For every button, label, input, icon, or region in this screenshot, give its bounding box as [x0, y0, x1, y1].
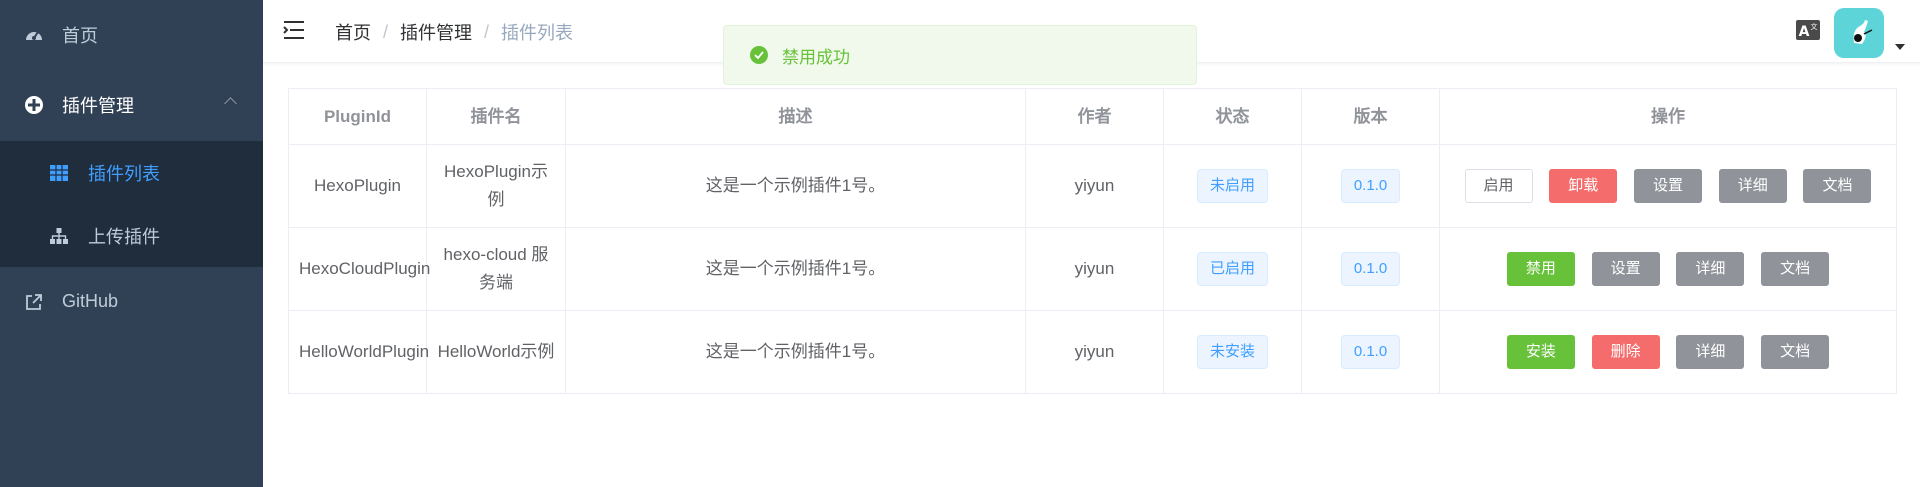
breadcrumb-home[interactable]: 首页: [335, 19, 371, 45]
settings-button[interactable]: 设置: [1634, 169, 1702, 203]
breadcrumb-plugin-management[interactable]: 插件管理: [400, 19, 472, 45]
breadcrumb-separator: /: [484, 21, 490, 42]
svg-text:A: A: [1799, 24, 1810, 40]
sidebar-item-upload-plugin[interactable]: 上传插件: [0, 204, 263, 267]
table-row: HexoPlugin HexoPlugin示例 这是一个示例插件1号。 yiyu…: [288, 144, 1897, 228]
column-header-author: 作者: [1025, 88, 1164, 145]
chevron-up-icon: [224, 97, 237, 110]
sidebar: 首页 插件管理 插件列表 上传插件 GitHub: [0, 0, 263, 487]
disable-button[interactable]: 禁用: [1506, 252, 1575, 286]
sidebar-item-plugin-list[interactable]: 插件列表: [0, 141, 263, 204]
column-header-description: 描述: [565, 88, 1026, 145]
enable-button[interactable]: 启用: [1464, 169, 1533, 203]
column-header-version: 版本: [1301, 88, 1440, 145]
dashboard-icon: [24, 25, 44, 45]
column-header-plugin-id: PluginId: [288, 88, 427, 145]
cell-status: 未安装: [1163, 310, 1302, 394]
breadcrumb-plugin-list: 插件列表: [501, 23, 574, 43]
cell-author: yiyun: [1025, 310, 1164, 394]
cell-description: 这是一个示例插件1号。: [565, 144, 1026, 228]
sidebar-item-home[interactable]: 首页: [0, 0, 263, 69]
submenu-plugin-management: 插件列表 上传插件: [0, 141, 263, 267]
status-badge: 未安装: [1196, 335, 1268, 369]
settings-button[interactable]: 设置: [1591, 252, 1660, 286]
check-circle-icon: [750, 46, 768, 64]
status-badge: 未启用: [1196, 169, 1268, 203]
message-text: 禁用成功: [782, 47, 850, 67]
docs-button[interactable]: 文档: [1803, 169, 1872, 203]
install-button[interactable]: 安装: [1506, 335, 1575, 369]
plugin-icon: [24, 95, 44, 115]
cell-description: 这是一个示例插件1号。: [565, 310, 1026, 394]
version-badge: 0.1.0: [1340, 335, 1401, 369]
column-header-status: 状态: [1163, 88, 1302, 145]
sidebar-item-label: 插件管理: [62, 96, 134, 116]
language-icon[interactable]: A文: [1796, 18, 1820, 42]
hamburger-icon[interactable]: [283, 20, 307, 42]
cell-plugin-id: HexoCloudPlugin: [288, 227, 430, 311]
table-row: HelloWorldPlugin HelloWorld示例 这是一个示例插件1号…: [288, 310, 1897, 394]
table-icon: [50, 164, 68, 182]
column-header-actions: 操作: [1439, 88, 1897, 145]
sidebar-item-label: 首页: [62, 25, 98, 46]
svg-text:文: 文: [1811, 22, 1818, 31]
breadcrumb-separator: /: [383, 21, 389, 42]
cell-author: yiyun: [1025, 227, 1164, 311]
status-badge: 已启用: [1196, 252, 1268, 286]
sidebar-item-label: GitHub: [62, 291, 119, 311]
sidebar-item-github[interactable]: GitHub: [0, 267, 263, 336]
details-button[interactable]: 详细: [1718, 169, 1787, 203]
breadcrumb: 首页 / 插件管理 / 插件列表: [335, 19, 573, 45]
cell-version: 0.1.0: [1301, 227, 1440, 311]
cell-plugin-name: hexo-cloud 服务端: [426, 227, 566, 311]
external-link-icon: [24, 292, 44, 312]
cell-version: 0.1.0: [1301, 144, 1440, 228]
uninstall-button[interactable]: 卸载: [1549, 169, 1618, 203]
cell-plugin-id: HelloWorldPlugin: [288, 310, 429, 394]
cell-author: yiyun: [1025, 144, 1164, 228]
sidebar-item-plugin-management[interactable]: 插件管理: [0, 69, 263, 141]
sidebar-item-label: 插件列表: [88, 163, 160, 184]
caret-down-icon[interactable]: [1895, 44, 1905, 50]
cell-description: 这是一个示例插件1号。: [565, 227, 1026, 311]
version-badge: 0.1.0: [1340, 169, 1401, 203]
cell-status: 已启用: [1163, 227, 1302, 311]
cell-status: 未启用: [1163, 144, 1302, 228]
cell-plugin-id: HexoPlugin: [288, 144, 427, 228]
cell-actions: 禁用 设置 详细 文档: [1439, 227, 1897, 311]
cell-actions: 安装 删除 详细 文档: [1439, 310, 1897, 394]
version-badge: 0.1.0: [1340, 252, 1401, 286]
sidebar-item-label: 上传插件: [88, 226, 160, 247]
table-header-row: PluginId 插件名 描述 作者 状态 版本 操作: [288, 88, 1897, 145]
table-row: HexoCloudPlugin hexo-cloud 服务端 这是一个示例插件1…: [288, 227, 1897, 311]
cell-actions: 启用 卸载 设置 详细 文档: [1439, 144, 1897, 228]
cell-plugin-name: HexoPlugin示例: [426, 144, 566, 228]
success-message: 禁用成功: [723, 25, 1197, 85]
column-header-plugin-name: 插件名: [426, 88, 566, 145]
cell-plugin-name: HelloWorld示例: [426, 310, 566, 394]
avatar[interactable]: [1834, 8, 1884, 58]
plugin-table: PluginId 插件名 描述 作者 状态 版本 操作 HexoPlugin H…: [288, 88, 1897, 394]
tree-icon: [50, 227, 68, 245]
docs-button[interactable]: 文档: [1761, 335, 1830, 369]
docs-button[interactable]: 文档: [1761, 252, 1830, 286]
delete-button[interactable]: 删除: [1591, 335, 1660, 369]
details-button[interactable]: 详细: [1676, 335, 1745, 369]
cell-version: 0.1.0: [1301, 310, 1440, 394]
details-button[interactable]: 详细: [1676, 252, 1745, 286]
